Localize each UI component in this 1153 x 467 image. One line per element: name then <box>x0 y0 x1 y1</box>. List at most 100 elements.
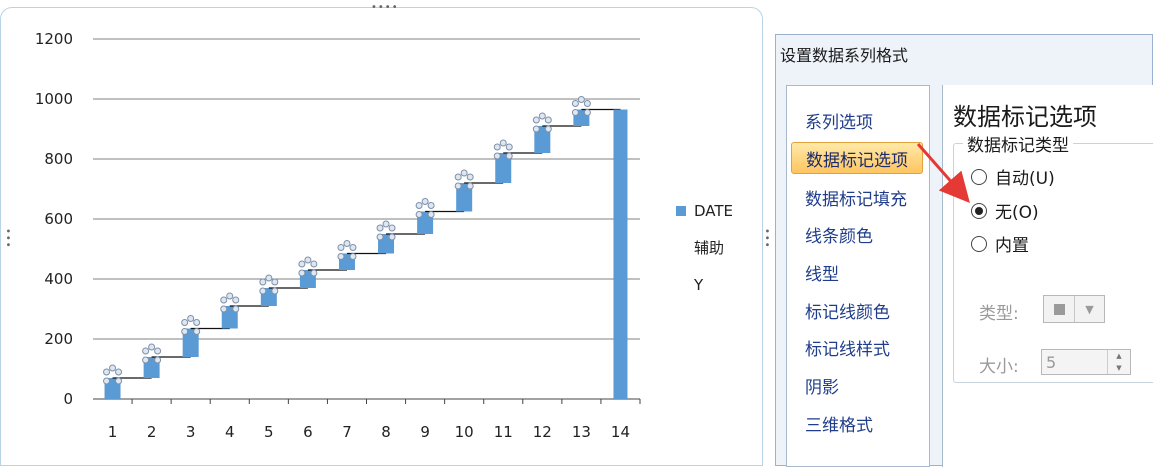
nav-item-marker-line-color[interactable]: 标记线颜色 <box>791 294 923 326</box>
legend-swatch-date <box>676 205 686 216</box>
x-tick-label: 9 <box>420 423 430 441</box>
data-marker <box>109 364 117 372</box>
data-marker <box>343 240 351 247</box>
data-marker <box>259 278 267 286</box>
data-marker <box>493 143 501 151</box>
data-marker <box>376 224 384 232</box>
data-marker <box>583 109 591 116</box>
data-marker <box>499 139 507 147</box>
x-tick-label: 3 <box>186 423 196 441</box>
nav-item-marker-options[interactable]: 数据标记选项 <box>791 142 923 174</box>
data-marker <box>505 152 513 160</box>
nav-item-marker-fill[interactable]: 数据标记填充 <box>791 181 923 213</box>
y-tick-label: 0 <box>63 390 73 408</box>
data-marker <box>571 100 579 107</box>
data-marker <box>115 377 123 385</box>
x-tick-label: 14 <box>611 423 630 441</box>
legend-label: DATE <box>694 201 734 220</box>
resize-handle-left[interactable]: ••• <box>2 228 13 249</box>
data-marker <box>415 211 423 218</box>
radio-none[interactable]: 无(O) <box>971 198 1039 223</box>
marker-type-dropdown[interactable]: ▼ <box>1043 295 1105 323</box>
data-marker <box>376 233 384 241</box>
radio-button[interactable] <box>971 168 987 185</box>
nav-item-marker-line-style[interactable]: 标记线样式 <box>791 331 923 363</box>
data-marker <box>337 244 345 251</box>
data-marker <box>388 224 396 232</box>
data-marker <box>415 202 423 209</box>
data-marker <box>103 368 111 376</box>
data-marker <box>193 319 201 326</box>
data-marker <box>259 287 267 295</box>
x-tick-label: 5 <box>264 423 274 441</box>
legend-item-date: DATE <box>676 192 733 229</box>
size-spinner[interactable]: ▲ ▼ <box>1107 350 1130 374</box>
x-tick-label: 2 <box>147 423 157 441</box>
data-marker <box>577 96 585 103</box>
size-value: 5 <box>1046 352 1057 372</box>
radio-label: 内置 <box>995 236 1029 256</box>
data-marker <box>460 169 468 177</box>
marker-size-input[interactable]: 5 ▲ ▼ <box>1041 349 1131 375</box>
data-marker <box>193 328 201 335</box>
x-tick-label: 11 <box>494 423 513 441</box>
radio-label: 自动(U) <box>995 169 1055 189</box>
data-marker <box>454 173 462 181</box>
nav-item-line-style[interactable]: 线型 <box>791 256 923 288</box>
data-marker <box>571 109 579 116</box>
data-marker <box>349 253 357 260</box>
data-marker <box>271 287 279 295</box>
data-marker <box>427 211 435 218</box>
x-tick-label: 7 <box>342 423 352 441</box>
radio-button[interactable] <box>971 202 987 219</box>
legend-swatch-aux <box>676 243 686 253</box>
format-series-dialog: 设置数据系列格式 系列选项 数据标记选项 数据标记填充 线条颜色 线型 标记线颜… <box>775 34 1153 467</box>
data-marker <box>538 112 546 120</box>
nav-item-line-color[interactable]: 线条颜色 <box>791 218 923 250</box>
chart-plot: 1200100080060040020001 2 3 4 5 6 7 8 9 10 11 12 13 14 <box>35 30 641 441</box>
data-marker <box>115 368 123 376</box>
y-tick-label: 1200 <box>35 30 73 48</box>
y-tick-label: 600 <box>44 210 73 228</box>
data-marker <box>181 328 189 335</box>
data-marker <box>466 182 474 190</box>
radio-auto[interactable]: 自动(U) <box>971 164 1055 189</box>
x-tick-label: 4 <box>225 423 235 441</box>
nav-item-shadow[interactable]: 阴影 <box>791 369 923 401</box>
radio-builtin[interactable]: 内置 <box>971 231 1029 256</box>
legend-swatch-y <box>676 280 686 290</box>
x-tick-label: 1 <box>108 423 118 441</box>
data-marker <box>304 256 312 264</box>
data-marker <box>148 343 156 351</box>
data-marker <box>220 296 228 304</box>
chart-legend: DATE 辅助 Y <box>676 192 733 303</box>
type-label: 类型: <box>979 304 1019 324</box>
data-marker <box>154 356 162 364</box>
spin-down-icon[interactable]: ▼ <box>1108 362 1130 374</box>
y-tick-label: 200 <box>44 330 73 348</box>
category-nav: 系列选项 数据标记选项 数据标记填充 线条颜色 线型 标记线颜色 标记线样式 阴… <box>786 85 930 467</box>
nav-item-series-options[interactable]: 系列选项 <box>791 104 923 136</box>
data-marker <box>544 125 552 133</box>
data-marker <box>505 143 513 151</box>
resize-handle-right[interactable]: ••• <box>761 228 772 249</box>
legend-item-aux: 辅助 <box>676 229 733 266</box>
data-marker <box>493 152 501 160</box>
legend-item-y: Y <box>676 266 733 303</box>
data-marker <box>532 125 540 133</box>
bar-date <box>613 109 628 399</box>
data-marker <box>220 305 228 313</box>
data-marker <box>265 274 273 282</box>
data-marker <box>181 319 189 326</box>
group-label: 数据标记类型 <box>963 131 1073 156</box>
data-marker <box>544 116 552 124</box>
data-marker <box>382 220 390 228</box>
radio-button[interactable] <box>971 235 987 252</box>
square-marker-icon <box>1053 303 1065 315</box>
chevron-down-icon[interactable]: ▼ <box>1074 296 1104 322</box>
spin-up-icon[interactable]: ▲ <box>1108 350 1130 362</box>
data-marker <box>271 278 279 286</box>
x-tick-label: 12 <box>533 423 552 441</box>
nav-item-3d-format[interactable]: 三维格式 <box>791 407 923 439</box>
data-marker <box>142 356 150 364</box>
